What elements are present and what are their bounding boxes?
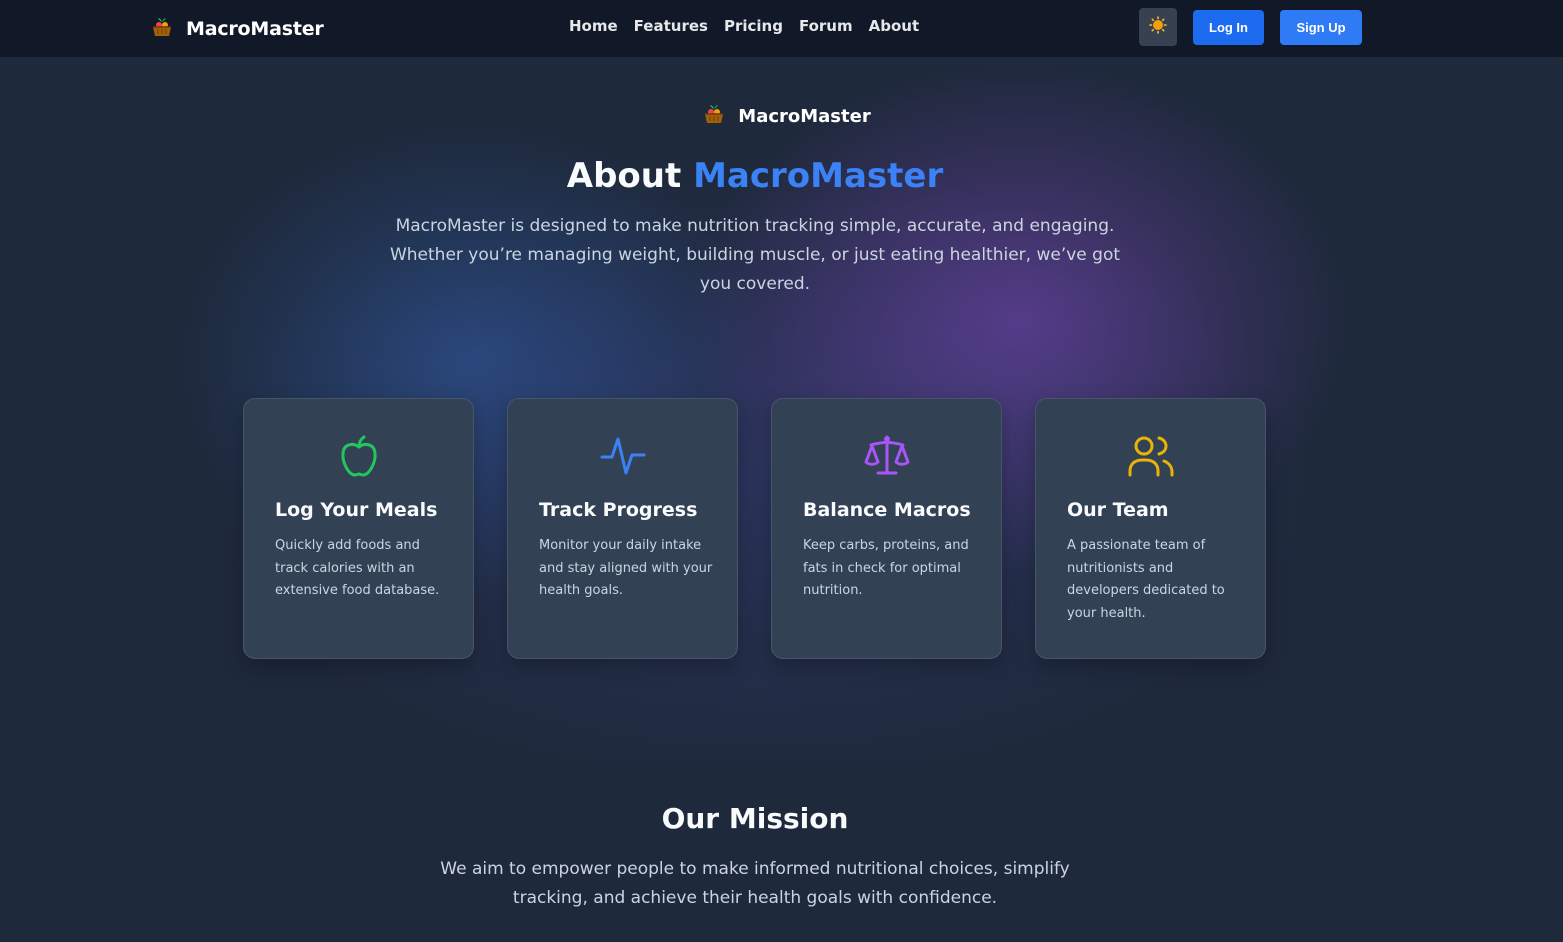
brand-name: MacroMaster bbox=[186, 18, 324, 40]
card-text: Quickly add foods and track calories wit… bbox=[275, 538, 440, 599]
mission-text: We aim to empower people to make informe… bbox=[440, 859, 1070, 908]
activity-icon bbox=[598, 431, 648, 481]
nav-link-forum[interactable]: Forum bbox=[799, 17, 853, 35]
hero-description: MacroMaster is designed to make nutritio… bbox=[389, 216, 1121, 294]
card-text: Keep carbs, proteins, and fats in check … bbox=[803, 538, 969, 599]
users-icon bbox=[1126, 431, 1176, 481]
nav-link-pricing[interactable]: Pricing bbox=[724, 17, 783, 35]
top-navbar: MacroMaster Home Features Pricing Forum … bbox=[0, 0, 1563, 58]
nav-link-home[interactable]: Home bbox=[569, 17, 618, 35]
card-title: Our Team bbox=[1067, 499, 1169, 521]
brand-logo-link[interactable]: MacroMaster bbox=[150, 14, 324, 44]
page-title-accent: MacroMaster bbox=[693, 156, 944, 196]
feature-card-log-meals: Log Your Meals Quickly add foods and tra… bbox=[243, 398, 474, 659]
nav-links: Home Features Pricing Forum About bbox=[569, 17, 919, 35]
mission-title: Our Mission bbox=[661, 802, 849, 835]
page-title-prefix: About bbox=[566, 156, 682, 196]
card-text: A passionate team of nutritionists and d… bbox=[1067, 538, 1225, 622]
hero-brand-name: MacroMaster bbox=[738, 105, 871, 127]
card-title: Balance Macros bbox=[803, 499, 971, 521]
page-title: About MacroMaster bbox=[0, 156, 1510, 196]
nav-link-about[interactable]: About bbox=[869, 17, 920, 35]
login-button[interactable]: Log In bbox=[1193, 10, 1264, 45]
card-text: Monitor your daily intake and stay align… bbox=[539, 538, 713, 599]
theme-toggle-button[interactable] bbox=[1139, 8, 1177, 46]
feature-card-our-team: Our Team A passionate team of nutritioni… bbox=[1035, 398, 1266, 659]
apple-icon bbox=[334, 431, 384, 481]
basket-icon bbox=[150, 15, 174, 43]
scale-icon bbox=[862, 431, 912, 481]
sun-icon bbox=[1149, 16, 1167, 38]
feature-card-track-progress: Track Progress Monitor your daily intake… bbox=[507, 398, 738, 659]
card-title: Log Your Meals bbox=[275, 499, 438, 521]
card-title: Track Progress bbox=[539, 499, 698, 521]
signup-button[interactable]: Sign Up bbox=[1280, 10, 1362, 45]
nav-link-features[interactable]: Features bbox=[634, 17, 708, 35]
basket-icon bbox=[702, 102, 726, 130]
feature-card-balance-macros: Balance Macros Keep carbs, proteins, and… bbox=[771, 398, 1002, 659]
hero-brand: MacroMaster bbox=[0, 102, 1563, 130]
